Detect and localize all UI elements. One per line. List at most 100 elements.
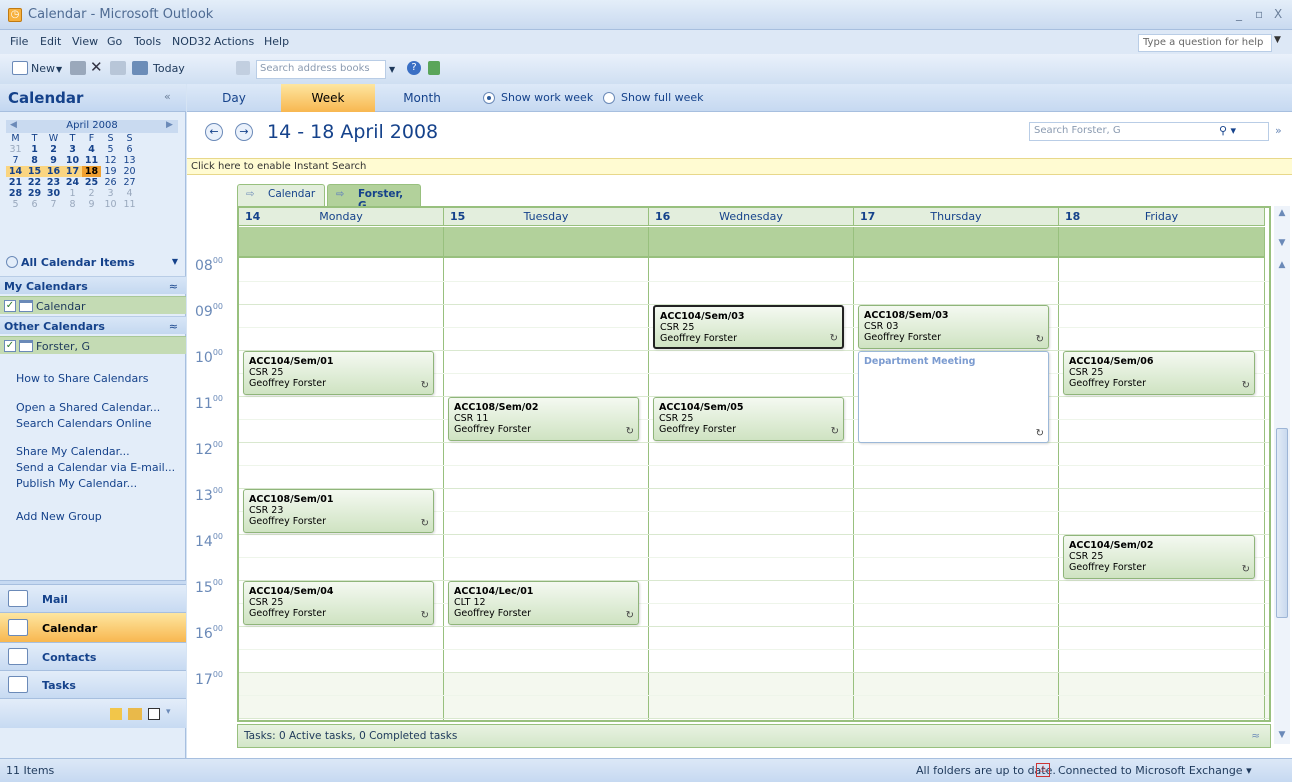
menu-actions[interactable]: Actions	[214, 35, 254, 48]
notes-icon[interactable]	[110, 708, 122, 720]
mini-calendar-day[interactable]: 9	[44, 155, 63, 166]
forster-checkbox[interactable]: ✓	[4, 340, 16, 352]
scroll-down-icon[interactable]: ▼	[1274, 238, 1290, 248]
search-options-icon[interactable]: ⚲ ▾	[1219, 124, 1236, 137]
menu-tools[interactable]: Tools	[134, 35, 161, 48]
help-dropdown-icon[interactable]: ▼	[1274, 35, 1281, 45]
mini-calendar-day[interactable]: 18	[82, 166, 101, 177]
address-book-search-input[interactable]: Search address books	[256, 60, 386, 79]
mini-calendar-day[interactable]: 19	[101, 166, 120, 177]
open-shared-calendar-link[interactable]: Open a Shared Calendar...	[16, 401, 160, 414]
appointment[interactable]: Department Meeting ↻	[858, 351, 1049, 443]
prev-month-icon[interactable]: ◀	[10, 120, 17, 130]
mini-calendar-day[interactable]: 8	[25, 155, 44, 166]
tasks-bar[interactable]: Tasks: 0 Active tasks, 0 Completed tasks…	[237, 724, 1271, 748]
mini-calendar-day[interactable]: 10	[63, 155, 82, 166]
mini-calendar-day[interactable]: 30	[44, 188, 63, 199]
mini-calendar-day[interactable]: 4	[120, 188, 139, 199]
mini-calendar-grid[interactable]: M T W T F S S 31 1 2 3 4 5 6 7 8 9 10 11 12 13 14 15 16 17 18 19 20…	[6, 133, 178, 210]
mini-calendar-day[interactable]: 13	[120, 155, 139, 166]
send-calendar-email-link[interactable]: Send a Calendar via E-mail...	[16, 461, 175, 474]
tab-month[interactable]: Month	[375, 84, 469, 112]
new-button[interactable]: New	[31, 62, 55, 75]
mini-calendar-day[interactable]: 25	[82, 177, 101, 188]
mini-calendar-week[interactable]: 21 22 23 24 25 26 27	[6, 177, 178, 188]
mini-calendar-day[interactable]: 6	[25, 199, 44, 210]
menu-go[interactable]: Go	[107, 35, 122, 48]
help-search-input[interactable]: Type a question for help	[1138, 34, 1272, 52]
day-header[interactable]: 14 Monday	[239, 208, 444, 226]
appointment[interactable]: ACC104/Lec/01 CLT 12 Geoffrey Forster ↻	[448, 581, 639, 625]
day-header[interactable]: 16 Wednesday	[649, 208, 854, 226]
appointment[interactable]: ACC108/Sem/03 CSR 03 Geoffrey Forster ↻	[858, 305, 1049, 349]
today-button[interactable]: Today	[153, 62, 185, 75]
mini-calendar-week[interactable]: 14 15 16 17 18 19 20	[6, 166, 178, 177]
mini-calendar-day[interactable]: 4	[82, 144, 101, 155]
mini-calendar-day[interactable]: 15	[25, 166, 44, 177]
tab-week[interactable]: Week	[281, 84, 375, 112]
add-new-group-link[interactable]: Add New Group	[16, 510, 102, 523]
vertical-scrollbar[interactable]: ▲ ▼ ▲ ▼	[1274, 206, 1290, 744]
print-icon[interactable]	[70, 61, 86, 75]
mini-calendar-day[interactable]: 8	[63, 199, 82, 210]
mini-calendar-day[interactable]: 23	[44, 177, 63, 188]
nav-tasks-button[interactable]: Tasks	[0, 670, 186, 698]
mini-calendar-day[interactable]: 2	[82, 188, 101, 199]
nav-contacts-button[interactable]: Contacts	[0, 642, 186, 670]
all-day-slot[interactable]	[1059, 227, 1265, 258]
mini-calendar-day[interactable]: 28	[6, 188, 25, 199]
back-arrow-icon[interactable]: ←	[205, 123, 223, 141]
menu-file[interactable]: File	[10, 35, 28, 48]
mini-calendar-day[interactable]: 12	[101, 155, 120, 166]
mini-calendar-day[interactable]: 1	[25, 144, 44, 155]
mini-calendar-day[interactable]: 24	[63, 177, 82, 188]
next-month-icon[interactable]: ▶	[166, 120, 173, 130]
close-button[interactable]: X	[1274, 7, 1282, 21]
collapse-nav-icon[interactable]: «	[164, 90, 171, 103]
mini-calendar[interactable]: April 2008 ◀ ▶ M T W T F S S 31 1 2 3 4 5 6 7 8 9 10 11 12 1…	[6, 120, 178, 252]
appointment[interactable]: ACC104/Sem/02 CSR 25 Geoffrey Forster ↻	[1063, 535, 1255, 579]
appointment[interactable]: ACC104/Sem/03 CSR 25 Geoffrey Forster ↻	[653, 305, 844, 349]
menu-nod32[interactable]: NOD32	[172, 35, 211, 48]
search-calendars-online-link[interactable]: Search Calendars Online	[16, 417, 151, 430]
my-calendars-group[interactable]: My Calendars ≈	[0, 276, 186, 294]
forward-arrow-icon[interactable]: →	[235, 123, 253, 141]
day-header[interactable]: 18 Friday	[1059, 208, 1265, 226]
mini-calendar-week[interactable]: 5 6 7 8 9 10 11	[6, 199, 178, 210]
scroll-down-icon[interactable]: ▼	[1274, 730, 1290, 740]
menu-edit[interactable]: Edit	[40, 35, 61, 48]
mini-calendar-day[interactable]: 2	[44, 144, 63, 155]
collapse-group-icon[interactable]: ≈	[169, 280, 178, 293]
appointment[interactable]: ACC104/Sem/04 CSR 25 Geoffrey Forster ↻	[243, 581, 434, 625]
mini-calendar-day[interactable]: 3	[63, 144, 82, 155]
mini-calendar-day[interactable]: 11	[82, 155, 101, 166]
nav-calendar-button[interactable]: Calendar	[0, 612, 186, 642]
all-calendar-items-select[interactable]: All Calendar Items ▼	[6, 256, 182, 272]
mini-calendar-day[interactable]: 6	[120, 144, 139, 155]
instant-search-bar[interactable]: Click here to enable Instant Search	[187, 158, 1292, 175]
day-header[interactable]: 15 Tuesday	[444, 208, 649, 226]
tab-forster[interactable]: ⇨Forster, G	[327, 184, 421, 212]
address-book-icon[interactable]	[236, 61, 250, 75]
mini-calendar-day[interactable]: 10	[101, 199, 120, 210]
nav-mail-button[interactable]: Mail	[0, 584, 186, 612]
day-header[interactable]: 17 Thursday	[854, 208, 1059, 226]
shortcuts-icon[interactable]	[148, 708, 160, 720]
appointment[interactable]: ACC104/Sem/05 CSR 25 Geoffrey Forster ↻	[653, 397, 844, 441]
forster-calendar-item[interactable]: ✓ Forster, G	[0, 336, 186, 354]
mini-calendar-day[interactable]: 9	[82, 199, 101, 210]
scroll-thumb[interactable]	[1276, 428, 1288, 618]
folder-list-icon[interactable]	[128, 708, 142, 720]
mini-calendar-day[interactable]: 14	[6, 166, 25, 177]
tab-calendar[interactable]: ⇨ Calendar	[237, 184, 325, 206]
help-icon[interactable]: ?	[407, 61, 421, 75]
scroll-up-icon[interactable]: ▲	[1274, 260, 1290, 270]
mini-calendar-day[interactable]: 27	[120, 177, 139, 188]
mini-calendar-day[interactable]: 22	[25, 177, 44, 188]
mini-calendar-day[interactable]: 21	[6, 177, 25, 188]
mini-calendar-day[interactable]: 17	[63, 166, 82, 177]
nod32-icon[interactable]	[428, 61, 440, 75]
mini-calendar-day[interactable]: 7	[6, 155, 25, 166]
show-work-week-radio[interactable]	[483, 92, 495, 104]
mini-calendar-day[interactable]: 29	[25, 188, 44, 199]
